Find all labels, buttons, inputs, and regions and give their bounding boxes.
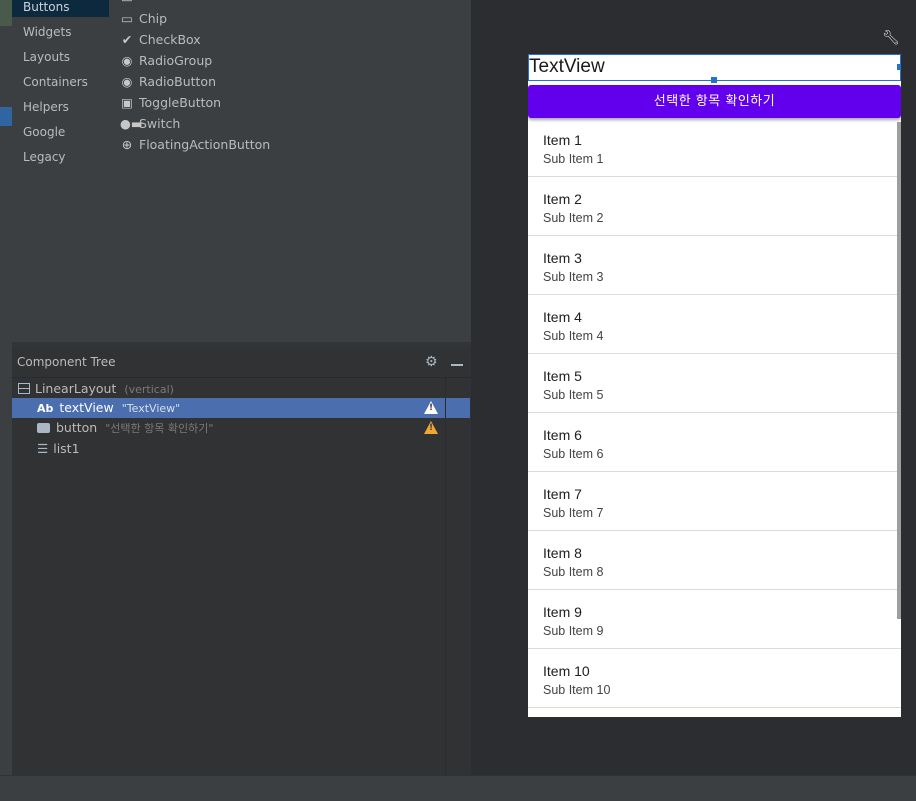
palette-categories: Buttons Widgets Layouts Containers Helpe… xyxy=(12,0,109,342)
toggle-icon: ▣ xyxy=(121,95,133,110)
palette-item-checkbox[interactable]: ✔ CheckBox xyxy=(120,29,201,50)
palette-item-radiobutton[interactable]: ◉ RadioButton xyxy=(120,71,216,92)
palette-category-containers[interactable]: Containers xyxy=(12,72,109,92)
palette-item-label: ToggleButton xyxy=(139,95,222,110)
linear-layout-icon xyxy=(18,383,30,394)
list-item[interactable]: Item 3 Sub Item 3 xyxy=(528,236,901,295)
palette-item-label: FloatingActionButton xyxy=(139,137,271,152)
palette-category-google[interactable]: Google xyxy=(12,122,109,142)
left-tool-strip xyxy=(0,0,12,775)
list-item-title: Item 7 xyxy=(543,486,582,502)
list-item-title: Item 1 xyxy=(543,132,582,148)
palette-item-label: CheckBox xyxy=(139,32,201,47)
resize-handle[interactable] xyxy=(897,64,901,70)
status-bar xyxy=(0,775,916,801)
list-item-subtitle: Sub Item 2 xyxy=(543,211,604,225)
resize-handle[interactable] xyxy=(711,77,717,83)
plus-circle-icon: ⊕ xyxy=(121,137,133,152)
strip-marker xyxy=(0,0,12,26)
palette-category-helpers[interactable]: Helpers xyxy=(12,97,109,117)
palette-item-label: Switch xyxy=(139,116,181,131)
list-item-title: Item 3 xyxy=(543,250,582,266)
palette-category-layouts[interactable]: Layouts xyxy=(12,47,109,67)
list-item-title: Item 6 xyxy=(543,427,582,443)
list-item[interactable]: Item 8 Sub Item 8 xyxy=(528,531,901,590)
strip-marker-selected xyxy=(0,107,12,126)
tree-node-label: button xyxy=(56,420,98,435)
list-item-subtitle: Sub Item 8 xyxy=(543,565,604,579)
tree-node-button[interactable]: button "선택한 항목 확인하기" xyxy=(12,418,470,438)
palette-item-switch[interactable]: ●▬Switch xyxy=(120,113,180,134)
palette-item-togglebutton[interactable]: ▣ ToggleButton xyxy=(120,92,221,113)
warning-icon[interactable] xyxy=(424,421,438,434)
list-item-title: Item 4 xyxy=(543,309,582,325)
list-item-subtitle: Sub Item 4 xyxy=(543,329,604,343)
palette-item-cutoff[interactable]: ▭ xyxy=(120,0,139,8)
component-tree-title: Component Tree xyxy=(17,355,116,369)
tree-node-hint: "TextView" xyxy=(121,402,181,415)
tree-node-label: LinearLayout xyxy=(35,381,117,396)
list-item[interactable]: Item 7 Sub Item 7 xyxy=(528,472,901,531)
tree-node-label: textView xyxy=(59,400,114,415)
chipgroup-icon: ▭ xyxy=(120,0,134,8)
list-item[interactable]: Item 6 Sub Item 6 xyxy=(528,413,901,472)
palette-category-legacy[interactable]: Legacy xyxy=(12,147,109,167)
checkmark-icon: ✔ xyxy=(121,32,133,47)
listview-preview[interactable]: Item 1 Sub Item 1 Item 2 Sub Item 2 Item… xyxy=(528,118,901,717)
list-item-title: Item 5 xyxy=(543,368,582,384)
list-item-subtitle: Sub Item 10 xyxy=(543,683,611,697)
confirm-selection-button[interactable]: 선택한 항목 확인하기 xyxy=(528,85,901,118)
palette-category-buttons[interactable]: Buttons xyxy=(12,0,109,17)
palette-category-widgets[interactable]: Widgets xyxy=(12,22,109,42)
radio-icon: ◉ xyxy=(121,74,133,89)
list-item[interactable]: Item 2 Sub Item 2 xyxy=(528,177,901,236)
button-icon xyxy=(37,423,50,433)
list-item[interactable]: Item 1 Sub Item 1 xyxy=(528,118,901,177)
tree-node-linearlayout[interactable]: LinearLayout (vertical) xyxy=(12,379,451,399)
gear-icon[interactable]: ⚙ xyxy=(425,354,438,370)
list-item-title: Item 8 xyxy=(543,545,582,561)
tree-node-hint: "선택한 항목 확인하기" xyxy=(105,422,214,435)
minimize-icon[interactable] xyxy=(451,364,463,366)
tree-node-list1[interactable]: ☰ list1 xyxy=(12,439,470,459)
tree-divider xyxy=(445,378,446,775)
list-item-subtitle: Sub Item 9 xyxy=(543,624,604,638)
palette-item-label: Chip xyxy=(139,11,168,26)
list-item-subtitle: Sub Item 3 xyxy=(543,270,604,284)
device-preview: TextView 선택한 항목 확인하기 Item 1 Sub Item 1 I… xyxy=(528,54,901,717)
palette-item-label: RadioGroup xyxy=(139,53,213,68)
warning-icon[interactable] xyxy=(424,401,438,414)
list-item[interactable]: Item 10 Sub Item 10 xyxy=(528,649,901,708)
tree-node-hint: (vertical) xyxy=(124,383,174,396)
list-item-subtitle: Sub Item 5 xyxy=(543,388,604,402)
list-item[interactable]: Item 9 Sub Item 9 xyxy=(528,590,901,649)
list-item-subtitle: Sub Item 7 xyxy=(543,506,604,520)
tree-node-textview[interactable]: Ab textView "TextView" xyxy=(12,398,470,418)
list-item-title: Item 9 xyxy=(543,604,582,620)
list-item-subtitle: Sub Item 1 xyxy=(543,152,604,166)
textview-text: TextView xyxy=(529,56,605,77)
tree-node-label: list1 xyxy=(53,441,80,456)
wrench-icon[interactable]: 🔧︎ xyxy=(882,30,900,46)
switch-icon: ●▬ xyxy=(120,116,143,131)
list-scrollbar[interactable] xyxy=(897,122,901,619)
chip-icon: ▭ xyxy=(121,11,133,26)
palette-item-floatingactionbutton[interactable]: ⊕ FloatingActionButton xyxy=(120,134,270,155)
list-item[interactable]: Item 4 Sub Item 4 xyxy=(528,295,901,354)
component-tree-header: Component Tree ⚙ xyxy=(12,352,471,378)
palette-item-radiogroup[interactable]: ◉ RadioGroup xyxy=(120,50,213,71)
list-item-title: Item 2 xyxy=(543,191,582,207)
palette-item-chip[interactable]: ▭ Chip xyxy=(120,8,167,29)
palette-item-label: RadioButton xyxy=(139,74,216,89)
list-item-title: Item 10 xyxy=(543,663,590,679)
list-item-subtitle: Sub Item 6 xyxy=(543,447,604,461)
radio-icon: ◉ xyxy=(121,53,133,68)
textview-icon: Ab xyxy=(37,402,54,415)
list-icon: ☰ xyxy=(37,441,49,456)
list-item[interactable]: Item 5 Sub Item 5 xyxy=(528,354,901,413)
